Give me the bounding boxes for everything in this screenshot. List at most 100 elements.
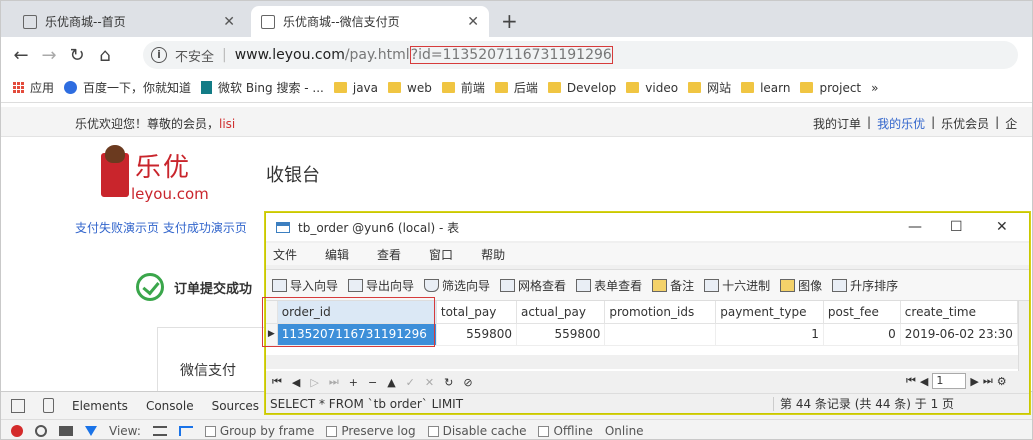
vertical-scrollbar[interactable] [1018, 301, 1029, 371]
table-cell[interactable]: 1135207116731191296 [277, 323, 437, 346]
bookmark-folder-project[interactable]: project [800, 81, 861, 95]
bookmark-bing[interactable]: 微软 Bing 搜索 - ... [201, 79, 324, 96]
tab-sources[interactable]: Sources [212, 399, 259, 413]
table-cell[interactable]: 0 [823, 323, 901, 346]
settings-icon[interactable]: ⚙ [997, 375, 1007, 388]
bookmark-folder-video[interactable]: video [626, 81, 678, 95]
tab-pay[interactable]: 乐优商城--微信支付页 ✕ [251, 6, 489, 37]
import-wizard-button[interactable]: 导入向导 [272, 277, 338, 294]
minimize-button[interactable]: — [908, 219, 922, 235]
next-record-button[interactable]: ▷ [310, 376, 318, 389]
menu-view[interactable]: 查看 [377, 246, 401, 263]
bookmark-folder-backend[interactable]: 后端 [494, 79, 538, 96]
apply-button[interactable]: ✓ [406, 376, 415, 389]
info-icon[interactable]: i [151, 47, 167, 63]
filter-icon[interactable] [85, 426, 97, 436]
column-header[interactable]: promotion_ids [604, 301, 717, 324]
hex-button[interactable]: 十六进制 [704, 277, 770, 294]
my-orders-link[interactable]: 我的订单 [813, 115, 861, 132]
column-header[interactable]: post_fee [823, 301, 901, 324]
leyou-member-link[interactable]: 乐优会员 [941, 115, 989, 132]
column-header[interactable]: total_pay [436, 301, 517, 324]
form-view-button[interactable]: 表单查看 [576, 277, 642, 294]
bookmark-folder-develop[interactable]: Develop [547, 81, 616, 95]
demo-links[interactable]: 支付失败演示页 支付成功演示页 [75, 219, 247, 236]
prev-page-button[interactable]: ◀ [920, 375, 928, 388]
reload-button[interactable]: ↻ [63, 45, 91, 66]
prev-record-button[interactable]: ◀ [292, 376, 300, 389]
bookmark-folder-learn[interactable]: learn [741, 81, 790, 95]
tab-elements[interactable]: Elements [72, 399, 128, 413]
record-icon[interactable] [11, 425, 23, 437]
export-wizard-button[interactable]: 导出向导 [348, 277, 414, 294]
table-cell[interactable]: 2019-06-02 23:30 [900, 323, 1018, 346]
bookmarks-more-button[interactable]: » [871, 81, 878, 95]
table-row[interactable]: ▶ 1135207116731191296 559800 559800 1 0 … [266, 323, 1018, 346]
forward-button[interactable]: → [35, 45, 63, 66]
column-header[interactable]: actual_pay [516, 301, 606, 324]
list-view-icon[interactable] [152, 426, 167, 436]
enterprise-link[interactable]: 企 [1005, 115, 1017, 132]
device-toggle-icon[interactable] [43, 398, 54, 413]
menu-window[interactable]: 窗口 [429, 246, 453, 263]
page-number-input[interactable]: 1 [932, 373, 967, 389]
bookmark-folder-frontend[interactable]: 前端 [441, 79, 485, 96]
memo-button[interactable]: 备注 [652, 277, 694, 294]
tab-console[interactable]: Console [146, 399, 194, 413]
camera-icon[interactable] [59, 426, 73, 436]
discard-button[interactable]: ✕ [425, 376, 434, 389]
table-cell[interactable]: 1 [715, 323, 824, 346]
maximize-button[interactable]: ☐ [950, 219, 963, 235]
sort-asc-button[interactable]: 升序排序 [832, 277, 898, 294]
add-record-button[interactable]: + [349, 376, 358, 389]
home-button[interactable]: ⌂ [91, 45, 119, 66]
my-leyou-link[interactable]: 我的乐优 [877, 115, 925, 132]
folder-icon [800, 82, 814, 93]
column-header[interactable]: order_id [277, 301, 437, 324]
throttle-select[interactable]: Online [605, 424, 644, 438]
table-cell[interactable]: 559800 [436, 323, 517, 346]
menu-help[interactable]: 帮助 [481, 246, 505, 263]
image-button[interactable]: 图像 [780, 277, 822, 294]
waterfall-icon[interactable] [178, 426, 193, 436]
last-page-button[interactable]: ⏭ [983, 374, 993, 388]
table-cell[interactable] [604, 323, 717, 346]
delete-record-button[interactable]: − [368, 376, 377, 389]
next-page-button[interactable]: ▶ [970, 375, 978, 388]
back-button[interactable]: ← [7, 45, 35, 66]
bookmark-apps[interactable]: 应用 [13, 79, 54, 96]
first-record-button[interactable]: ⏮ [272, 375, 282, 389]
bookmark-folder-java[interactable]: java [333, 81, 378, 95]
grid-view-button[interactable]: 网格查看 [500, 277, 566, 294]
clear-icon[interactable] [35, 425, 47, 437]
tab-home[interactable]: 乐优商城--首页 ✕ [13, 6, 245, 37]
address-bar[interactable]: i 不安全 | www.leyou.com /pay.html ?id=1135… [143, 41, 1018, 69]
last-record-button[interactable]: ⏭ [329, 375, 339, 389]
close-button[interactable]: ✕ [996, 219, 1008, 235]
column-header[interactable]: payment_type [715, 301, 824, 324]
refresh-button[interactable]: ↻ [444, 376, 453, 389]
stop-button[interactable]: ⊘ [463, 376, 472, 389]
close-icon[interactable]: ✕ [467, 14, 479, 30]
menu-edit[interactable]: 编辑 [325, 246, 349, 263]
navicat-table-window: tb_order @yun6 (local) - 表 — ☐ ✕ 文件 编辑 查… [265, 212, 1030, 414]
filter-wizard-button[interactable]: 筛选向导 [424, 277, 490, 294]
table-cell[interactable]: 559800 [516, 323, 606, 346]
offline-option[interactable]: Offline [538, 424, 593, 438]
menu-file[interactable]: 文件 [273, 246, 297, 263]
first-page-button[interactable]: ⏮ [906, 374, 916, 388]
disable-cache-option[interactable]: Disable cache [427, 424, 526, 438]
edit-record-button[interactable]: ▲ [387, 376, 395, 389]
bookmark-folder-sites[interactable]: 网站 [688, 79, 731, 96]
column-header[interactable]: create_time [900, 301, 1018, 324]
horizontal-scrollbar[interactable] [266, 355, 1018, 369]
close-icon[interactable]: ✕ [223, 14, 235, 30]
inspect-icon[interactable] [11, 398, 25, 413]
bookmark-baidu[interactable]: 百度一下，你就知道 [64, 79, 191, 96]
username-link[interactable]: lisi [219, 117, 235, 131]
new-tab-button[interactable]: + [501, 9, 518, 33]
site-logo[interactable]: 乐优 leyou.com [101, 145, 221, 215]
group-by-frame-option[interactable]: Group by frame [204, 424, 314, 438]
preserve-log-option[interactable]: Preserve log [326, 424, 416, 438]
bookmark-folder-web[interactable]: web [388, 81, 432, 95]
